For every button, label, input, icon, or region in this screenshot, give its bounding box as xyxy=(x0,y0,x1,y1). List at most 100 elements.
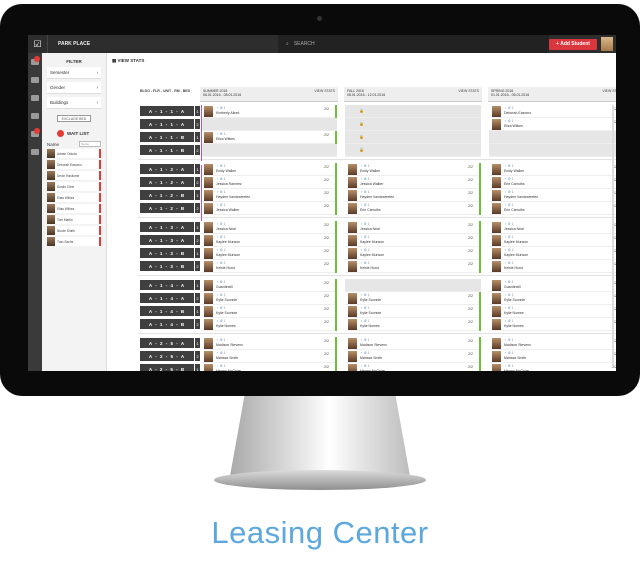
occupied-slot[interactable]: ♀ ⚙ 1Kaylee Munson2/2 xyxy=(489,247,616,260)
occupied-slot[interactable]: ♀ ⚙ 1Erin Carruths2/2 xyxy=(489,176,616,189)
locked-slot[interactable]: 🔒 xyxy=(345,144,481,157)
unit-label[interactable]: A - 1 - 1 - A xyxy=(140,119,194,129)
occupied-slot[interactable]: ♀ ⚙ 1Kaylee Munson2/2 xyxy=(201,234,337,247)
locked-slot[interactable] xyxy=(489,144,616,157)
waitlist-row[interactable]: Tom Martin xyxy=(47,215,101,224)
occupied-slot[interactable]: ♀ ⚙ 1Erin Carruths2/2 xyxy=(345,202,481,215)
unit-label[interactable]: A - 2 - 5 - B xyxy=(140,364,194,371)
occupied-slot[interactable]: ♀ ⚙ 1Emily Walker2/2 xyxy=(489,163,616,176)
occupied-slot[interactable]: ♀ ⚙ 1Kelsie Hurst2/2 xyxy=(345,260,481,273)
unit-label[interactable]: A - 1 - 4 - A xyxy=(140,280,194,290)
occupied-slot[interactable]: ♀ ⚙ 1Kaylee Munson2/2 xyxy=(201,247,337,260)
unit-label[interactable]: A - 1 - 2 - A xyxy=(140,164,194,174)
occupied-slot[interactable]: ♀ ⚙ 1Kaylee Munson2/2 xyxy=(345,247,481,260)
locked-slot[interactable] xyxy=(489,131,616,144)
occupied-slot[interactable]: ♀ ⚙ 1Jessica Neal2/2 xyxy=(201,221,337,234)
semester-stats-link[interactable]: VIEW STATS xyxy=(602,89,616,93)
unit-label[interactable]: A - 1 - 4 - B xyxy=(140,319,194,329)
app-logo-icon[interactable]: ☑ xyxy=(28,35,48,53)
occupied-slot[interactable]: ♀ ⚙ 1Hayden Vandeweeten2/2 xyxy=(345,189,481,202)
occupied-slot[interactable]: ♀ ⚙ 1Kaylee Munson2/2 xyxy=(489,234,616,247)
filter-gender[interactable]: Gender › xyxy=(47,82,101,94)
unit-label[interactable]: A - 1 - 3 - B xyxy=(140,248,194,258)
waitlist-row[interactable]: Elias Wilkes xyxy=(47,204,101,213)
occupied-slot[interactable]: ♀ ⚙ 1Kylie Nomes2/2 xyxy=(201,318,337,331)
occupied-slot[interactable]: ♀ ⚙ 1 Kimberly Allred 2/2 xyxy=(201,105,337,118)
menu-icon[interactable] xyxy=(31,149,39,155)
unit-label[interactable]: A - 1 - 4 - B xyxy=(140,306,194,316)
property-name[interactable]: PARK PLACE xyxy=(48,41,278,47)
semester-stats-link[interactable]: VIEW STATS xyxy=(314,89,335,93)
unit-label[interactable]: A - 1 - 1 - B xyxy=(140,145,194,155)
occupied-slot[interactable]: ♀ ⚙ 1Deborah Easomo2/2 xyxy=(489,105,616,118)
occupied-slot[interactable]: ♀ ⚙ 1Kylie Sconnie2/2 xyxy=(201,292,337,305)
occupied-slot[interactable]: ♀ ⚙ 1Kylie Sconnie2/2 xyxy=(201,305,337,318)
occupied-slot[interactable]: ♀ ⚙ 1Kylie Sconnie2/2 xyxy=(345,305,481,318)
occupied-slot[interactable]: ♀ ⚙ 1Megan McGuire 2/2 xyxy=(201,363,337,371)
occupied-slot[interactable]: ♀ ⚙ 1Jessica Neal2/2 xyxy=(345,221,481,234)
book-icon[interactable] xyxy=(31,77,39,83)
occupied-slot[interactable]: ♀ ⚙ 1Marissa Smith2/2 xyxy=(201,350,337,363)
occupied-slot[interactable]: ♀ ⚙ 1 Jessica Ramirez 2/2 xyxy=(201,176,337,189)
occupied-slot[interactable]: ♀ ⚙ 1Megan McGuire 2/2 xyxy=(489,363,616,371)
unit-label[interactable]: A - 1 - 3 - A xyxy=(140,222,194,232)
user-avatar[interactable] xyxy=(601,37,613,51)
occupied-slot[interactable]: ♀ ⚙ 1Kaylee Munson2/2 xyxy=(345,234,481,247)
locked-slot[interactable] xyxy=(201,118,337,131)
occupied-slot[interactable]: ♀ ⚙ 1Eliza Wilkes2/2 xyxy=(201,131,337,144)
add-student-button[interactable]: + Add Student xyxy=(549,38,597,50)
unit-label[interactable]: A - 1 - 2 - B xyxy=(140,203,194,213)
occupied-slot[interactable]: ♀ ⚙ 1Jessica Neal2/2 xyxy=(489,221,616,234)
semester-stats-link[interactable]: VIEW STATS xyxy=(458,89,479,93)
unit-label[interactable]: A - 2 - 5 - A xyxy=(140,351,194,361)
occupied-slot[interactable]: ♀ ⚙ 1Kylie Nomes2/2 xyxy=(489,305,616,318)
unit-label[interactable]: A - 1 - 1 - A xyxy=(140,106,194,116)
waitlist-row[interactable]: Deborah Easomo xyxy=(47,160,101,169)
occupied-slot[interactable]: ♀ ⚙ 1Kylie Sconnie2/2 xyxy=(345,292,481,305)
unit-label[interactable]: A - 1 - 2 - A xyxy=(140,177,194,187)
occupied-slot[interactable]: ♀ ⚙ 1 Jessica Walker 2/2 xyxy=(345,176,481,189)
occupied-slot[interactable]: ♀ ⚙ 1Marissa Smith2/2 xyxy=(489,350,616,363)
mail-icon[interactable] xyxy=(31,113,39,119)
occupied-slot[interactable]: ♀ ⚙ 1Madison Stevens2/2 xyxy=(489,337,616,350)
occupied-slot[interactable]: ♀ ⚙ 1Hayden Vandeweeten2/2 xyxy=(489,189,616,202)
locked-slot[interactable]: 🔒 xyxy=(345,118,481,131)
occupied-slot[interactable]: ♀ ⚙ 1Eliza Wilkes2/2 xyxy=(489,118,616,131)
occupied-slot[interactable]: ♀ ⚙ 1Madison Stevens2/2 xyxy=(345,337,481,350)
occupied-slot[interactable]: ♀ ⚙ 1Guardinelli2/2 xyxy=(489,279,616,292)
unit-label[interactable]: A - 1 - 2 - B xyxy=(140,190,194,200)
occupied-slot[interactable]: ♀ ⚙ 1Kelsie Hurst2/2 xyxy=(489,260,616,273)
occupied-slot[interactable]: ♀ ⚙ 1Kylie Sconnie2/2 xyxy=(489,292,616,305)
exclude-bed-button[interactable]: EXCLUDE BED xyxy=(57,115,91,122)
unit-label[interactable]: A - 1 - 4 - A xyxy=(140,293,194,303)
locked-slot[interactable] xyxy=(201,144,337,157)
occupied-slot[interactable]: ♀ ⚙ 1Emily Walker2/2 xyxy=(201,163,337,176)
view-stats-link[interactable]: ▦ VIEW STATS xyxy=(112,58,144,64)
search-bar[interactable]: ⌕ SEARCH xyxy=(278,35,549,53)
unit-label[interactable]: A - 2 - 5 - A xyxy=(140,338,194,348)
unit-label[interactable]: A - 1 - 3 - A xyxy=(140,235,194,245)
occupied-slot[interactable]: ♀ ⚙ 1Guardinelli2/2 xyxy=(201,279,337,292)
unit-label[interactable]: A - 1 - 3 - B xyxy=(140,261,194,271)
occupied-slot[interactable]: ♀ ⚙ 1 Jessica Walker 2/2 xyxy=(201,202,337,215)
occupied-slot[interactable]: ♀ ⚙ 1Erin Carruths2/2 xyxy=(489,202,616,215)
occupied-slot[interactable]: ♀ ⚙ 1Kylie Nomes2/2 xyxy=(489,318,616,331)
occupied-slot[interactable]: ♀ ⚙ 1Kelsie Hurst2/2 xyxy=(201,260,337,273)
waitlist-row[interactable]: Adrian Oduda xyxy=(47,149,101,158)
occupied-slot[interactable]: ♀ ⚙ 1Kylie Nomes2/2 xyxy=(345,318,481,331)
locked-slot[interactable]: 🔒 xyxy=(345,105,481,118)
waitlist-row[interactable]: Tran Sachs xyxy=(47,237,101,246)
unit-label[interactable]: A - 1 - 1 - B xyxy=(140,132,194,142)
buildings-icon[interactable] xyxy=(31,95,39,101)
occupied-slot[interactable]: ♀ ⚙ 1Megan McGuire 2/2 xyxy=(345,363,481,371)
occupied-slot[interactable]: ♀ ⚙ 1Marissa Smith2/2 xyxy=(345,350,481,363)
waitlist-row[interactable]: Elias Wilkes xyxy=(47,193,101,202)
occupied-slot[interactable]: ♀ ⚙ 1Madison Stevens2/2 xyxy=(201,337,337,350)
scrollbar[interactable] xyxy=(612,105,614,365)
waitlist-row[interactable]: Nicole Smith xyxy=(47,226,101,235)
locked-slot[interactable]: 🔒 xyxy=(345,131,481,144)
locked-slot[interactable] xyxy=(345,279,481,292)
occupied-slot[interactable]: ♀ ⚙ 1Emily Walker2/2 xyxy=(345,163,481,176)
occupied-slot[interactable]: ♀ ⚙ 1Hayden Vandeweeten2/2 xyxy=(201,189,337,202)
filter-semester[interactable]: Semester › xyxy=(47,67,101,79)
